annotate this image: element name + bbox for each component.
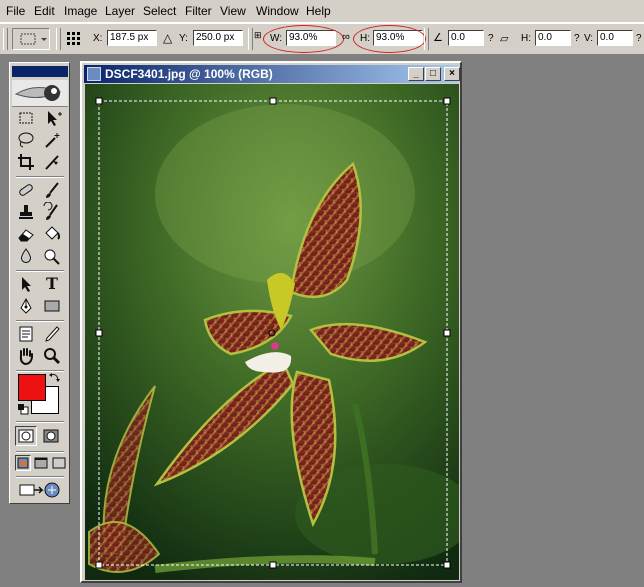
full-screen-icon (52, 457, 66, 469)
zoom-tool-icon[interactable] (41, 346, 63, 366)
marquee-tool-icon[interactable] (15, 108, 37, 128)
menu-window[interactable]: Window (256, 4, 299, 18)
options-bar-grip[interactable] (3, 28, 8, 50)
magic-wand-tool-icon[interactable] (41, 130, 63, 150)
maximize-button[interactable]: □ (425, 67, 441, 81)
clone-stamp-tool-icon[interactable] (15, 202, 37, 222)
tools-palette: T (9, 62, 70, 504)
orchid-photo (85, 84, 475, 580)
close-button[interactable]: × (444, 67, 460, 81)
tool-preset-picker[interactable] (12, 28, 50, 50)
path-selection-tool-icon[interactable] (15, 274, 37, 294)
y-position-field[interactable]: 250.0 px (193, 30, 243, 46)
eyedropper-tool-icon[interactable] (41, 324, 63, 344)
dodge-tool-icon[interactable] (41, 246, 63, 266)
tools-palette-titlebar[interactable] (12, 66, 68, 77)
slice-tool-icon[interactable] (41, 152, 63, 172)
paint-bucket-tool-icon[interactable] (41, 224, 63, 244)
standard-mode-button[interactable] (15, 426, 37, 446)
full-screen-menu-icon (34, 457, 48, 469)
skew-v-label: V: (584, 33, 594, 44)
default-colors-icon[interactable] (17, 403, 29, 415)
tool-group-separator (16, 176, 64, 178)
menu-view[interactable]: View (220, 4, 246, 18)
full-screen-menu-mode-button[interactable] (33, 455, 49, 471)
reference-point-icon (67, 32, 80, 45)
document-icon (87, 67, 101, 81)
standard-screen-icon (17, 457, 29, 469)
skew-h-label: H: (521, 33, 531, 44)
skew-icon: ⏥ (500, 33, 509, 45)
rotate-angle-icon: ∠ (433, 32, 443, 44)
crop-tool-icon[interactable] (15, 152, 37, 172)
type-tool-icon[interactable]: T (41, 274, 63, 294)
menu-bar: File Edit Image Layer Select Filter View… (0, 0, 644, 23)
transform-preset-icon (20, 33, 47, 45)
healing-brush-tool-icon[interactable] (15, 180, 37, 200)
standard-screen-mode-button[interactable] (15, 455, 31, 471)
lasso-tool-icon[interactable] (15, 130, 37, 150)
menu-edit[interactable]: Edit (34, 4, 55, 18)
document-title: DSCF3401.jpg @ 100% (RGB) (105, 67, 273, 81)
angle-unit: ? (488, 33, 494, 44)
quick-mask-mode-button[interactable] (40, 426, 62, 446)
move-tool-icon[interactable] (41, 108, 63, 128)
x-position-field[interactable]: 187.5 px (107, 30, 157, 46)
eraser-tool-icon[interactable] (15, 224, 37, 244)
options-separator (248, 28, 253, 50)
tool-group-separator (16, 320, 64, 322)
app-logo[interactable] (12, 80, 68, 107)
blur-tool-icon[interactable] (15, 246, 37, 266)
jump-to-imageready-button[interactable] (18, 480, 62, 500)
full-screen-mode-button[interactable] (51, 455, 67, 471)
skew-v-field[interactable]: 0.0 (597, 30, 633, 46)
width-annotation-circle (263, 25, 344, 53)
document-titlebar[interactable]: DSCF3401.jpg @ 100% (RGB) _ □ × (84, 65, 460, 83)
options-separator (56, 28, 61, 50)
reference-point-locator[interactable] (66, 31, 82, 47)
brush-tool-icon[interactable] (41, 180, 63, 200)
pen-tool-icon[interactable] (15, 296, 37, 316)
y-label: Y: (179, 33, 188, 44)
menu-layer[interactable]: Layer (105, 4, 135, 18)
hand-tool-icon[interactable] (15, 346, 37, 366)
tool-group-separator (16, 476, 64, 478)
rectangle-tool-icon[interactable] (41, 296, 63, 316)
link-icon[interactable]: ∞ (342, 31, 350, 43)
relative-position-icon[interactable]: △ (163, 31, 172, 45)
tool-group-separator (16, 270, 64, 272)
menu-filter[interactable]: Filter (185, 4, 212, 18)
options-separator (424, 28, 429, 50)
skew-h-unit: ? (574, 33, 580, 44)
menu-image[interactable]: Image (64, 4, 97, 18)
tool-group-separator (16, 451, 64, 453)
history-brush-tool-icon[interactable] (41, 201, 63, 222)
document-window: DSCF3401.jpg @ 100% (RGB) _ □ × (80, 61, 475, 583)
foreground-color-swatch[interactable] (18, 374, 46, 401)
menu-help[interactable]: Help (306, 4, 331, 18)
skew-v-unit: ? (636, 33, 642, 44)
height-annotation-circle (353, 25, 426, 53)
quick-mask-icon (43, 429, 59, 443)
image-canvas[interactable] (85, 84, 475, 580)
skew-h-field[interactable]: 0.0 (535, 30, 571, 46)
options-bar: X: 187.5 px △ Y: 250.0 px ⊞ W: 93.0% ∞ H… (0, 23, 644, 55)
minimize-button[interactable]: _ (408, 67, 424, 81)
x-label: X: (93, 33, 103, 44)
standard-mode-icon (18, 429, 34, 443)
tool-group-separator (16, 421, 64, 423)
notes-tool-icon[interactable] (15, 324, 37, 344)
rotation-angle-field[interactable]: 0.0 (448, 30, 484, 46)
swap-colors-icon[interactable] (49, 371, 61, 383)
scale-icon: ⊞ (254, 30, 262, 40)
eye-logo-icon (14, 85, 62, 101)
imageready-icon (19, 482, 60, 498)
menu-select[interactable]: Select (143, 4, 176, 18)
menu-file[interactable]: File (6, 4, 25, 18)
